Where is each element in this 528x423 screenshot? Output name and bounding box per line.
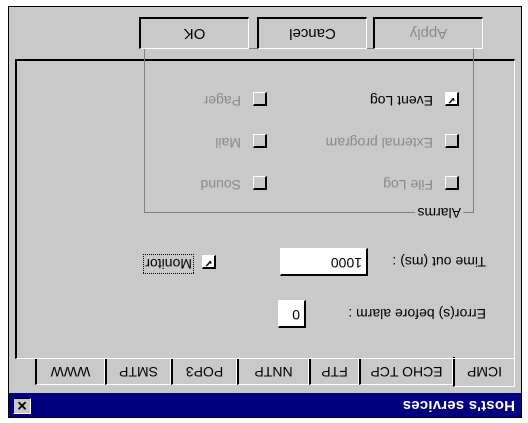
tab-strip: ICMP ECHO TCP FTP NNTP POP3 SMTP WWW: [15, 357, 515, 387]
title-bar[interactable]: Host's services ✕: [9, 393, 521, 417]
alarms-group: Alarms File Log Sound External program M…: [144, 48, 474, 221]
external-program-checkbox[interactable]: [445, 134, 459, 148]
dialog-stage: Host's services ✕ ICMP ECHO TCP FTP NNTP…: [0, 0, 528, 423]
monitor-checkbox[interactable]: ✔: [202, 255, 216, 269]
tab-echo-tcp[interactable]: ECHO TCP: [359, 359, 453, 385]
pager-label: Pager: [203, 93, 241, 109]
mail-checkbox[interactable]: [253, 134, 267, 148]
timeout-label: Time out (ms) :: [392, 254, 486, 270]
tab-pop3[interactable]: POP3: [171, 359, 237, 385]
errors-before-alarm-field[interactable]: 0: [278, 300, 306, 328]
tab-nntp[interactable]: NNTP: [237, 359, 309, 385]
icmp-tab-panel: Error(s) before alarm : 0 Time out (ms) …: [15, 48, 515, 359]
monitor-label[interactable]: Monitor: [143, 254, 194, 274]
tab-www[interactable]: WWW: [35, 359, 105, 385]
close-icon: ✕: [16, 398, 28, 413]
tab-icmp[interactable]: ICMP: [453, 357, 515, 387]
host-services-dialog: Host's services ✕ ICMP ECHO TCP FTP NNTP…: [8, 6, 522, 418]
apply-button[interactable]: Apply: [373, 17, 483, 49]
file-log-checkbox[interactable]: [445, 176, 459, 190]
event-log-checkbox[interactable]: ✔: [445, 92, 459, 106]
ok-button[interactable]: OK: [139, 17, 249, 49]
window-title: Host's services: [402, 397, 515, 414]
errors-before-alarm-label: Error(s) before alarm :: [348, 306, 486, 322]
timeout-field[interactable]: 1000: [280, 248, 368, 276]
sound-checkbox[interactable]: [253, 176, 267, 190]
mail-label: Mail: [215, 135, 241, 151]
alarms-legend: Alarms: [415, 205, 463, 221]
event-log-label: Event Log: [369, 93, 433, 109]
close-button[interactable]: ✕: [13, 398, 31, 414]
sound-label: Sound: [200, 177, 241, 193]
file-log-label: File Log: [383, 177, 433, 193]
check-mark-icon: ✔: [447, 94, 456, 105]
external-program-label: External program: [325, 135, 433, 151]
check-mark-icon: ✔: [204, 257, 213, 268]
tab-ftp[interactable]: FTP: [309, 359, 359, 385]
tab-smtp[interactable]: SMTP: [105, 359, 171, 385]
cancel-button[interactable]: Cancel: [257, 17, 367, 49]
pager-checkbox[interactable]: [253, 92, 267, 106]
